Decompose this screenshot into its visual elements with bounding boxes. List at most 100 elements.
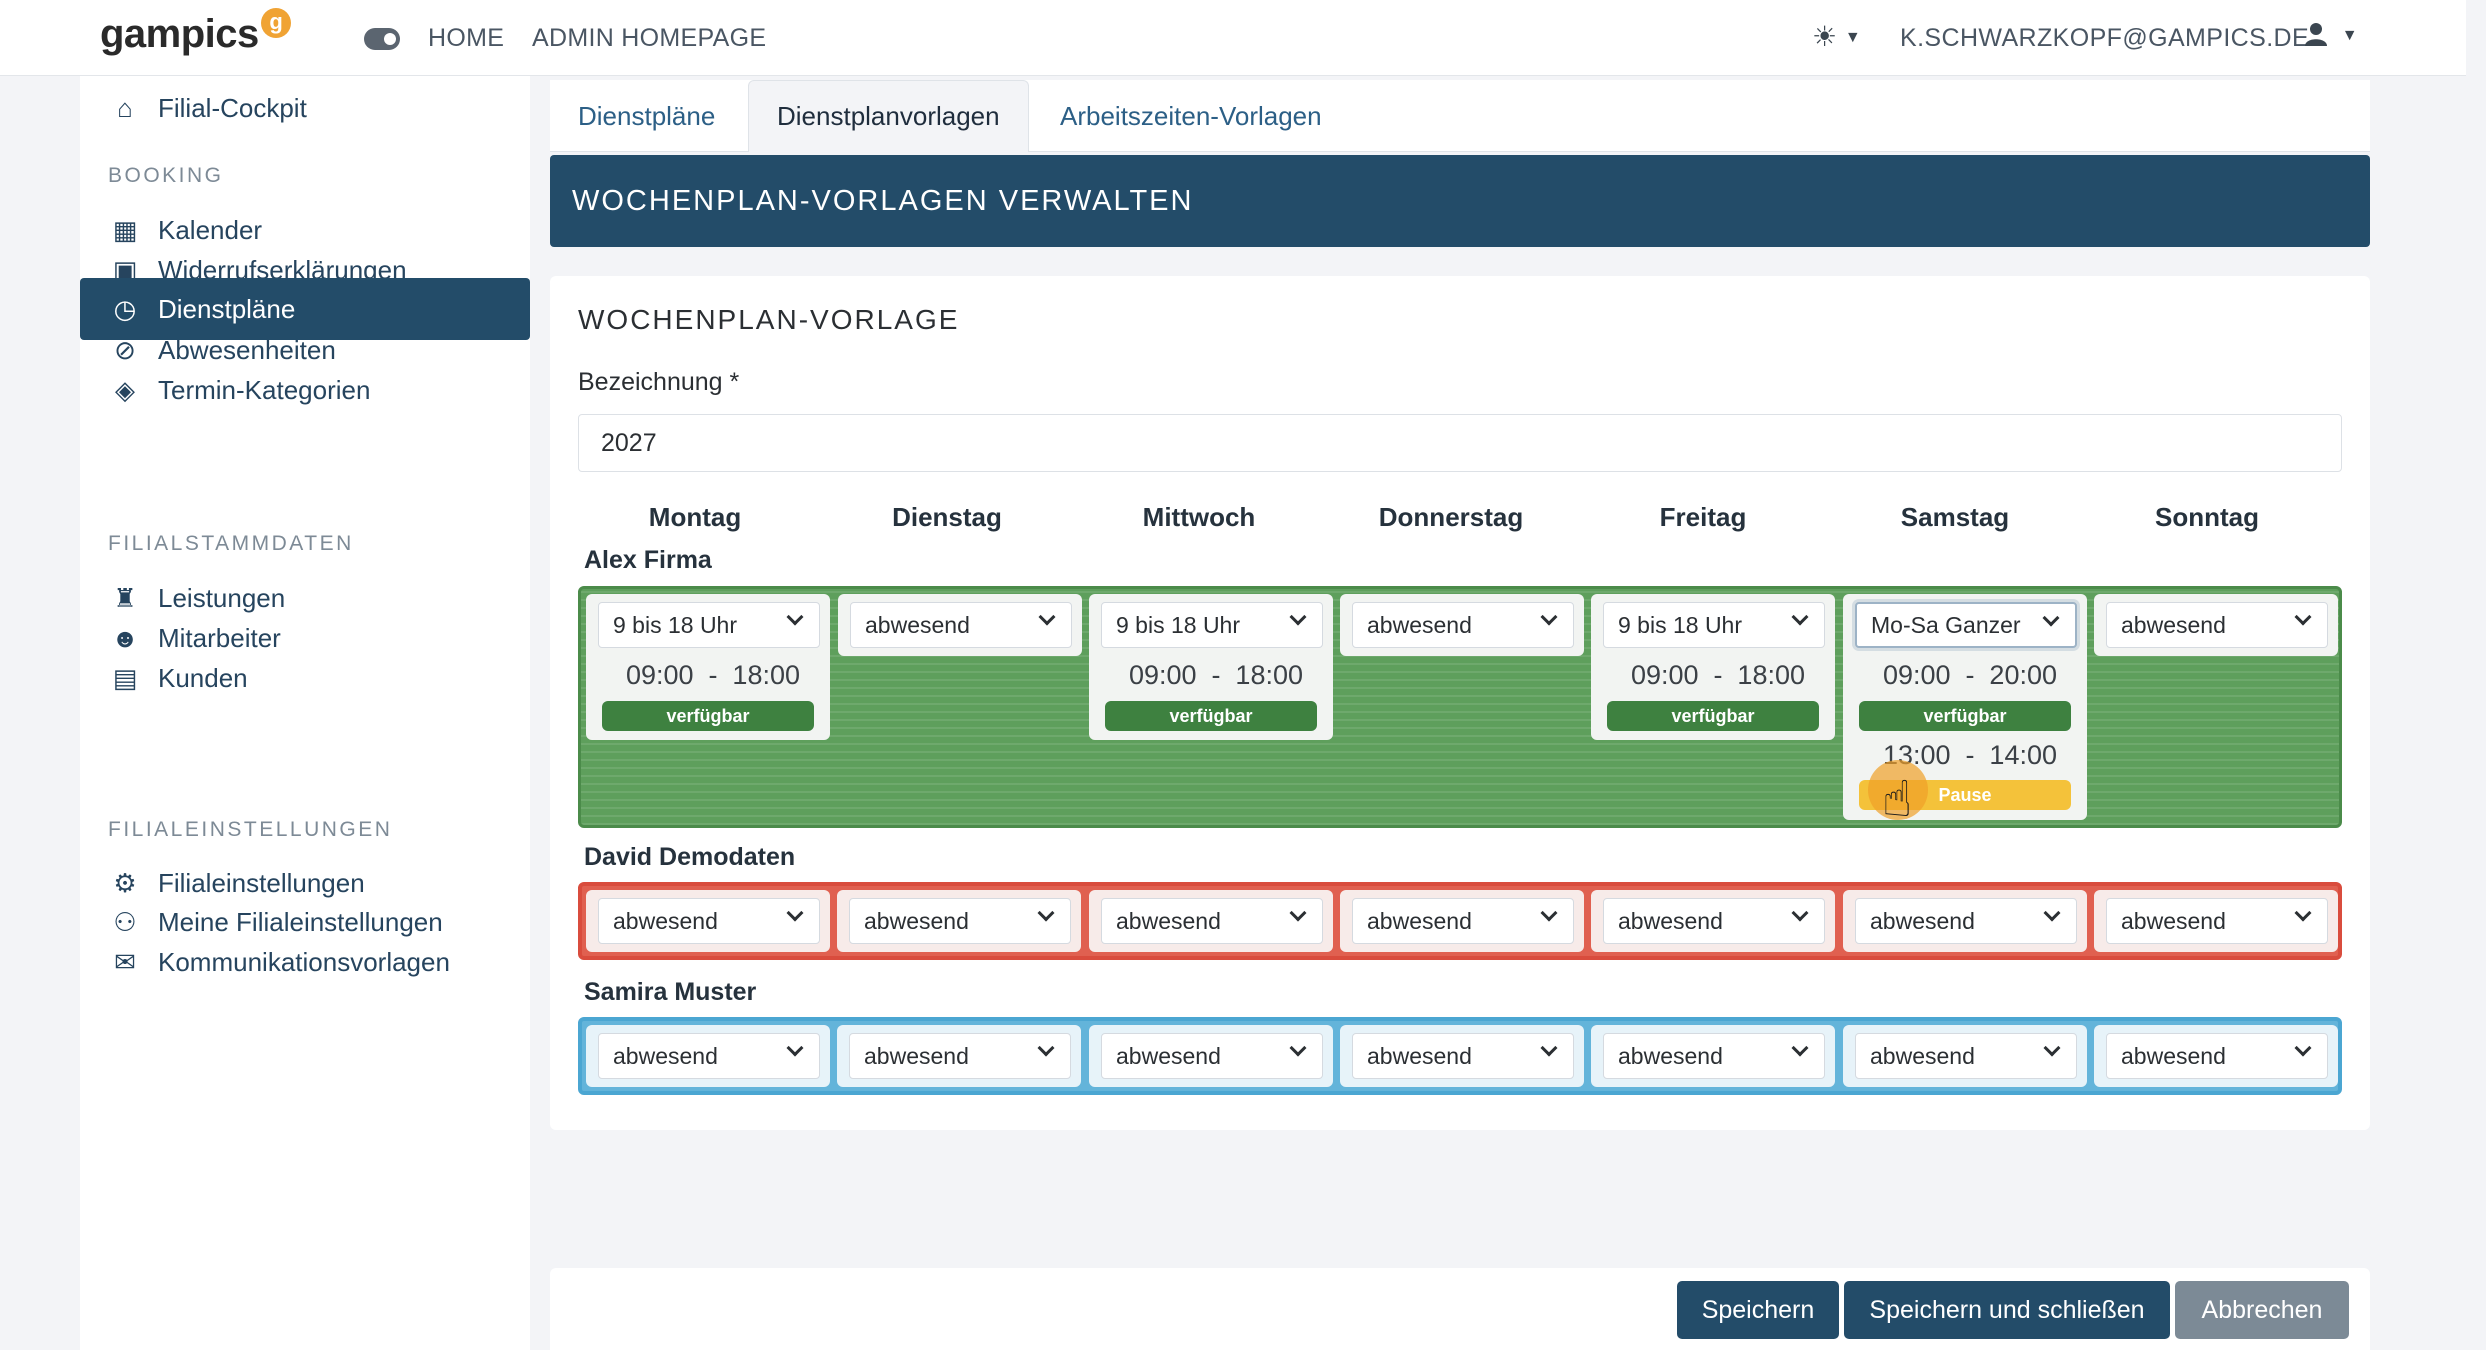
user-icon [2305,23,2327,46]
day-cell: 9 bis 18 Uhr 09:00-18:00 verfügbar [1089,594,1333,740]
top-navbar: gampics g HOME ADMIN HOMEPAGE ☀ ▼ K.SCHWA… [0,0,2486,76]
user-email[interactable]: K.SCHWARZKOPF@GAMPICS.DE [1900,24,2309,53]
sidebar-section-filialeinstellungen: FILIALEINSTELLUNGEN [108,818,393,841]
tab-arbeitszeiten-vorlagen[interactable]: Arbeitszeiten-Vorlagen [1032,80,1350,152]
status-badge: verfügbar [1105,701,1317,731]
save-and-close-button[interactable]: Speichern und schließen [1844,1281,2170,1339]
chevron-down-icon [2043,1039,2061,1057]
tab-dienstplaene[interactable]: Dienstpläne [550,80,743,152]
nav-admin-homepage-link[interactable]: ADMIN HOMEPAGE [532,24,766,53]
nav-home-link[interactable]: HOME [428,24,504,53]
employee-row-alex: 9 bis 18 Uhr 09:00-18:00 verfügbar abwes… [578,586,2342,828]
tags-icon: ◈ [115,374,135,405]
shift-select[interactable]: abwesend [2106,602,2328,648]
template-card: WOCHENPLAN-VORLAGE Bezeichnung * 2027 Mo… [550,276,2370,1130]
sidebar-item-kommunikationsvorlagen[interactable]: ✉ Kommunikationsvorlagen [80,930,530,994]
cancel-button[interactable]: Abbrechen [2175,1281,2349,1339]
chevron-down-icon [2042,609,2060,627]
shift-select[interactable]: 9 bis 18 Uhr [598,602,820,648]
chevron-down-icon [1289,608,1307,626]
chevron-down-icon [1289,904,1307,922]
sidebar-item-termin-kategorien[interactable]: ◈ Termin-Kategorien [80,358,530,422]
shift-select[interactable]: abwesend [849,898,1071,944]
shift-select[interactable]: abwesend [1101,898,1323,944]
sidebar-item-filial-cockpit[interactable]: ⌂ Filial-Cockpit [80,76,530,140]
sidebar-section-filialstammdaten: FILIALSTAMMDATEN [108,532,354,555]
day-header-tuesday: Dienstag [892,502,1002,532]
shift-select[interactable]: abwesend [598,898,820,944]
shift-select[interactable]: abwesend [2106,898,2328,944]
envelope-icon: ✉ [114,946,136,977]
chevron-down-icon [1791,904,1809,922]
day-cell: abwesend [1591,890,1835,952]
day-header-friday: Freitag [1659,502,1747,532]
chevron-down-icon: ▼ [1844,29,1861,46]
day-header-wednesday: Mittwoch [1142,502,1256,532]
sidebar-section-booking: BOOKING [108,164,224,187]
status-badge: verfügbar [1859,701,2071,731]
time-range: 09:00-18:00 [1631,660,1805,690]
day-cell: abwesend [1591,1025,1835,1087]
shift-select[interactable]: abwesend [1352,898,1574,944]
shift-select[interactable]: abwesend [850,602,1072,648]
sidebar-item-kunden[interactable]: ▤ Kunden [80,646,530,710]
status-badge: verfügbar [1607,701,1819,731]
day-cell: abwesend [1089,890,1333,952]
hand-pointer-icon: ☝ [1882,771,1913,827]
sidebar-item-label: Kommunikationsvorlagen [158,946,450,977]
save-button[interactable]: Speichern [1677,1281,1839,1339]
sidebar-toggle-icon[interactable] [364,28,400,50]
chevron-down-icon [1038,608,1056,626]
sidebar-item-label: Filial-Cockpit [158,92,307,123]
logo[interactable]: gampics g [100,8,291,57]
shift-select[interactable]: 9 bis 18 Uhr [1101,602,1323,648]
day-cell: abwesend [1340,890,1584,952]
sidebar-item-label: Termin-Kategorien [158,374,371,405]
address-book-icon: ▤ [112,662,138,693]
chevron-down-icon [2294,1039,2312,1057]
home-icon: ⌂ [117,92,133,123]
day-cell: abwesend [2094,890,2338,952]
shift-select[interactable]: Mo-Sa Ganzer [1855,602,2077,648]
chevron-down-icon [1791,608,1809,626]
theme-toggle-button[interactable]: ☀ ▼ [1812,20,1861,53]
bezeichnung-input[interactable]: 2027 [578,414,2342,472]
day-header-monday: Montag [648,502,742,532]
chevron-down-icon [786,608,804,626]
shift-select[interactable]: abwesend [2106,1033,2328,1079]
day-header-sunday: Sonntag [2155,502,2259,532]
shift-select[interactable]: abwesend [1352,602,1574,648]
day-cell: abwesend [1340,594,1584,656]
time-range: 09:00-18:00 [1129,660,1303,690]
status-badge: verfügbar [602,701,814,731]
shift-select[interactable]: abwesend [1855,898,2077,944]
scrollbar[interactable] [2466,0,2486,1350]
page-title: WOCHENPLAN-VORLAGEN VERWALTEN [550,155,2370,247]
shift-select[interactable]: abwesend [849,1033,1071,1079]
chevron-down-icon [1540,1039,1558,1057]
logo-badge: g [260,8,291,38]
user-menu-button[interactable]: ▼ [2302,20,2358,55]
shift-select[interactable]: abwesend [1855,1033,2077,1079]
day-cell: 9 bis 18 Uhr 09:00-18:00 verfügbar [1591,594,1835,740]
day-cell: abwesend [586,890,830,952]
chevron-down-icon [1289,1039,1307,1057]
tab-dienstplanvorlagen[interactable]: Dienstplanvorlagen [748,80,1029,152]
sun-icon: ☀ [1812,21,1838,52]
employee-name: David Demodaten [584,843,796,871]
day-cell: abwesend [1089,1025,1333,1087]
employee-name: Alex Firma [584,546,712,574]
shift-select[interactable]: abwesend [1603,1033,1825,1079]
time-range: 09:00-18:00 [626,660,800,690]
shift-select[interactable]: abwesend [1352,1033,1574,1079]
chevron-down-icon: ▼ [2341,27,2358,44]
shift-select[interactable]: 9 bis 18 Uhr [1603,602,1825,648]
chevron-down-icon [1037,1039,1055,1057]
day-cell: abwesend [1843,890,2087,952]
shift-select[interactable]: abwesend [598,1033,820,1079]
shift-select[interactable]: abwesend [1101,1033,1323,1079]
day-cell: abwesend [838,594,1082,656]
shift-select[interactable]: abwesend [1603,898,1825,944]
chevron-down-icon [2294,608,2312,626]
day-cell: abwesend [586,1025,830,1087]
